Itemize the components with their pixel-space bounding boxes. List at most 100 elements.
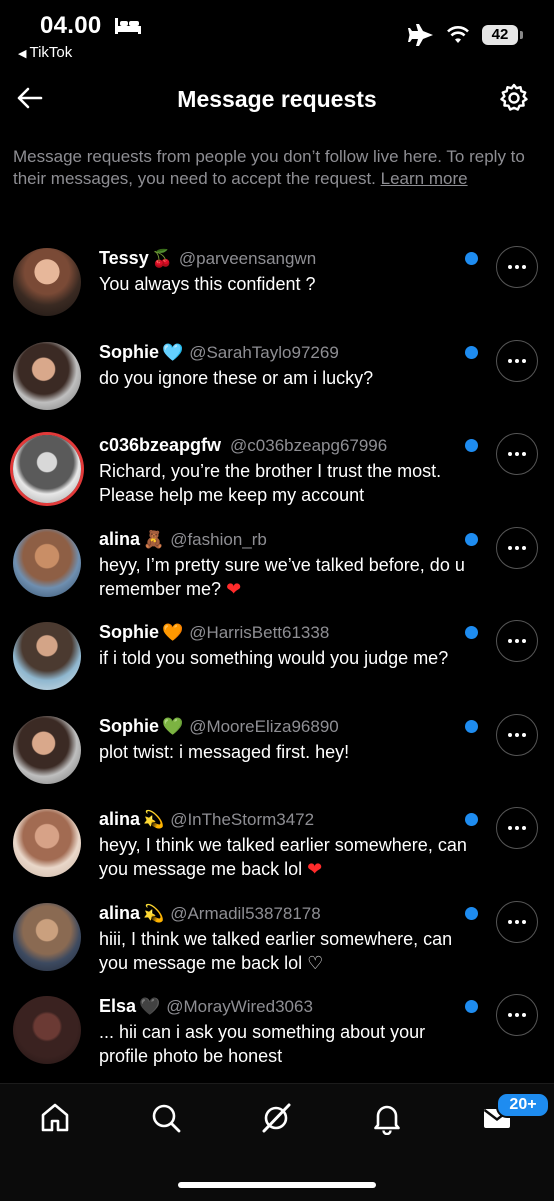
dot [508, 919, 512, 924]
dot [522, 919, 526, 924]
dot [515, 919, 519, 924]
nav-home[interactable] [35, 1098, 75, 1138]
dot [508, 1013, 512, 1017]
sender-line: alina 💫 @InTheStorm3472 [99, 809, 314, 830]
request-row[interactable]: alina 🧸 @fashion_rb heyy, I’m pretty sure w… [0, 525, 554, 619]
message-text: hiii, I think we talked earlier somewher… [99, 928, 453, 973]
dot [515, 639, 519, 643]
message-preview: ... hii can i ask you something about yo… [99, 1020, 469, 1069]
more-options-button[interactable] [496, 526, 538, 569]
message-preview: Richard, you’re the brother I trust the … [99, 459, 469, 508]
request-row[interactable]: Tessy 🍒 @parveensangwn You always this conf… [0, 244, 554, 338]
more-options-button[interactable] [496, 246, 538, 288]
nav-grok[interactable] [256, 1098, 296, 1138]
unread-dot [465, 906, 478, 920]
sender-emoji: 🍒 [151, 249, 173, 269]
avatar[interactable] [13, 902, 81, 971]
sender-emoji: 🖤 [139, 997, 161, 1017]
request-row[interactable]: Sophie 🩵 @SarahTaylo97269 do you ignore the… [0, 338, 554, 432]
more-options-button[interactable] [496, 713, 538, 756]
sender-name: alina [99, 809, 141, 829]
avatar[interactable] [13, 622, 81, 690]
avatar[interactable] [13, 528, 81, 597]
unread-dot [465, 813, 478, 826]
avatar[interactable] [13, 715, 81, 784]
sender-handle: @c036bzeapg67996 [230, 436, 388, 455]
unread-dot [465, 532, 478, 546]
dot [508, 826, 512, 830]
sleep-focus-icon [115, 18, 141, 34]
learn-more-link[interactable]: Learn more [381, 169, 468, 188]
more-options-button[interactable] [496, 807, 538, 849]
sender-name: Tessy [99, 248, 149, 268]
message-text: if i told you something would you judge … [99, 648, 449, 668]
more-options-button[interactable] [496, 433, 538, 475]
unread-dot [465, 1000, 478, 1013]
dot [508, 452, 512, 456]
dot [522, 732, 526, 737]
airplane-mode-icon [408, 24, 433, 46]
dot [508, 358, 512, 363]
more-options-button[interactable] [496, 900, 538, 943]
message-preview: heyy, I’m pretty sure we’ve talked befor… [99, 553, 469, 602]
battery-indicator: 42 [482, 25, 523, 45]
dot [515, 1013, 519, 1017]
dot [515, 452, 519, 456]
sender-name: Elsa [99, 996, 137, 1016]
avatar[interactable] [13, 248, 81, 316]
dot [515, 358, 519, 363]
dot [522, 1013, 526, 1017]
request-row[interactable]: alina 💫 @InTheStorm3472 heyy, I think we ta… [0, 805, 554, 899]
sender-handle: @parveensangwn [178, 249, 317, 268]
avatar[interactable] [13, 435, 81, 503]
heart-icon: ♡ [307, 952, 324, 974]
sender-handle: @fashion_rb [170, 529, 267, 549]
nav-search[interactable] [146, 1098, 186, 1138]
message-preview: hiii, I think we talked earlier somewher… [99, 927, 469, 976]
more-options-button[interactable] [496, 994, 538, 1036]
nav-notifications[interactable] [367, 1098, 407, 1138]
message-text: Richard, you’re the brother I trust the … [99, 461, 442, 505]
back-to-app-link[interactable]: ◀ TikTok [18, 44, 72, 61]
bottom-nav: 20+ [0, 1083, 554, 1201]
gear-icon[interactable] [498, 82, 530, 114]
dot [515, 265, 519, 269]
sender-handle: @MooreEliza96890 [189, 716, 339, 736]
unread-dot [465, 439, 478, 452]
sender-line: Sophie 🩵 @SarahTaylo97269 [99, 342, 339, 363]
request-row[interactable]: alina 💫 @Armadil53878178 hiii, I think we t… [0, 899, 554, 993]
sender-emoji: 💚 [162, 716, 184, 737]
request-row[interactable]: c036bzeapgfw @c036bzeapg67996 Richard, you… [0, 431, 554, 525]
request-row[interactable]: Sophie 🧡 @HarrisBett61338 if i told you som… [0, 618, 554, 712]
intro-text: Message requests from people you don’t f… [13, 146, 543, 190]
bell-icon [374, 1105, 400, 1135]
message-preview: You always this confident ? [99, 272, 469, 297]
sender-line: alina 💫 @Armadil53878178 [99, 903, 321, 924]
home-indicator [178, 1182, 376, 1188]
sender-line: c036bzeapgfw @c036bzeapg67996 [99, 435, 387, 456]
sender-handle: @InTheStorm3472 [170, 810, 315, 829]
sender-name: c036bzeapgfw [99, 435, 222, 455]
heart-icon: ❤ [226, 578, 242, 600]
page-title: Message requests [177, 86, 377, 112]
sender-name: Sophie [99, 622, 160, 642]
request-row[interactable]: Sophie 💚 @MooreEliza96890 plot twist: i mes… [0, 712, 554, 806]
sender-line: Tessy 🍒 @parveensangwn [99, 248, 316, 269]
more-options-button[interactable] [496, 339, 538, 382]
dot [522, 265, 526, 269]
avatar[interactable] [13, 341, 81, 410]
sender-handle: @SarahTaylo97269 [189, 342, 339, 362]
avatar[interactable] [13, 996, 81, 1064]
message-text: heyy, I’m pretty sure we’ve talked befor… [99, 554, 465, 599]
sender-name: alina [99, 528, 141, 549]
message-preview: plot twist: i messaged first. hey! [99, 740, 469, 765]
dot [515, 545, 519, 550]
back-app-label: TikTok [29, 44, 73, 61]
sender-name: Sophie [99, 341, 160, 362]
sender-emoji: 🧸 [143, 529, 165, 550]
more-options-button[interactable] [496, 620, 538, 662]
back-triangle-icon: ◀ [18, 48, 27, 60]
unread-dot [465, 345, 478, 359]
request-row[interactable]: Elsa 🖤 @MorayWired3063 ... hii can i ask yo… [0, 992, 554, 1086]
avatar[interactable] [13, 809, 81, 877]
